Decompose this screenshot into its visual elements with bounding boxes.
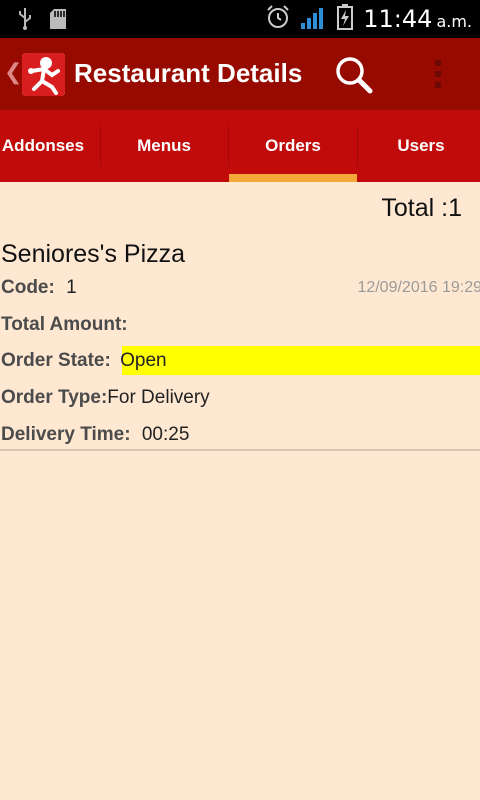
signal-icon [301,5,327,33]
order-type-value: For Delivery [107,387,210,408]
page-title: Restaurant Details [74,58,303,88]
delivery-time-label: Delivery Time: [1,424,131,445]
tab-selected-indicator [229,174,357,182]
status-bar: 11:44 a.m. [0,0,480,38]
code-label: Code: [1,277,55,298]
clock-ampm: a.m. [436,11,472,31]
order-state-value: Open [120,350,167,371]
clock-time: 11:44 [363,5,433,33]
order-type-row: Order Type:For Delivery [1,387,210,409]
order-state-row: Order State: Open [1,350,480,372]
action-bar: ❮ Restaurant Details [0,38,480,110]
alarm-icon [265,4,291,34]
order-code-row: Code: 1 [1,277,77,299]
code-value: 1 [66,277,77,298]
delivery-time-value: 00:25 [141,424,190,445]
order-date: 12/09/2016 19:29 [357,279,480,296]
delivery-time-row: Delivery Time: 00:25 [1,424,189,446]
tab-bar: Addonses Menus Orders Users [0,110,480,182]
overflow-menu-icon[interactable] [424,54,452,94]
battery-charging-icon [337,4,354,34]
app-logo[interactable] [22,53,65,96]
back-icon[interactable]: ❮ [4,60,22,85]
total-amount-row: Total Amount: [1,314,128,336]
order-state-label: Order State: [1,350,111,371]
list-divider [0,449,480,451]
order-type-label: Order Type: [1,387,108,408]
restaurant-name: Seniores's Pizza [1,240,186,268]
sd-card-icon [50,9,66,33]
tab-users[interactable]: Users [358,110,480,182]
usb-icon [18,8,32,34]
tab-orders[interactable]: Orders [229,110,357,182]
tab-addonses[interactable]: Addonses [0,110,100,182]
total-amount-label: Total Amount: [1,314,128,335]
total-count: Total :1 [381,194,462,222]
search-icon[interactable] [333,54,375,96]
tab-menus[interactable]: Menus [100,110,228,182]
